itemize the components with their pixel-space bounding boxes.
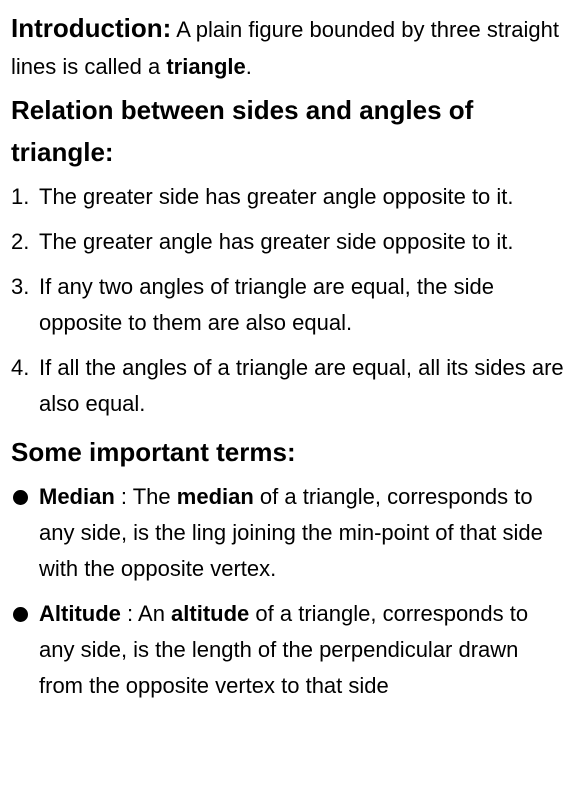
bullet-icon [13,490,28,505]
list-number: 4. [11,355,30,380]
bullet-icon [13,607,28,622]
introduction-paragraph: Introduction: A plain figure bounded by … [11,10,567,85]
term-separator: : An [120,601,172,626]
list-text: If all the angles of a triangle are equa… [39,355,564,416]
list-text: The greater angle has greater side oppos… [39,229,514,254]
relations-heading: Relation between sides and angles of tri… [11,95,474,167]
list-item: 1. The greater side has greater angle op… [11,179,567,215]
term-separator: : The [114,484,177,509]
list-text: If any two angles of triangle are equal,… [39,274,494,335]
list-item: Median : The median of a triangle, corre… [11,479,567,587]
introduction-end: . [245,54,252,79]
term-inline: altitude [171,601,250,626]
term-label: Median [39,484,115,509]
list-item: 3. If any two angles of triangle are equ… [11,269,567,341]
list-number: 3. [11,274,30,299]
list-item: Altitude : An altitude of a triangle, co… [11,596,567,704]
list-item: 2. The greater angle has greater side op… [11,224,567,260]
triangle-term: triangle [166,54,246,79]
terms-heading: Some important terms: [11,437,296,467]
introduction-label: Introduction: [11,13,172,43]
terms-list: Median : The median of a triangle, corre… [11,479,567,704]
list-number: 2. [11,229,30,254]
list-text: The greater side has greater angle oppos… [39,184,514,209]
relations-list: 1. The greater side has greater angle op… [11,179,567,422]
list-number: 1. [11,184,30,209]
document-page: Introduction: A plain figure bounded by … [0,0,579,797]
term-inline: median [176,484,254,509]
term-label: Altitude [39,601,121,626]
list-item: 4. If all the angles of a triangle are e… [11,350,567,422]
